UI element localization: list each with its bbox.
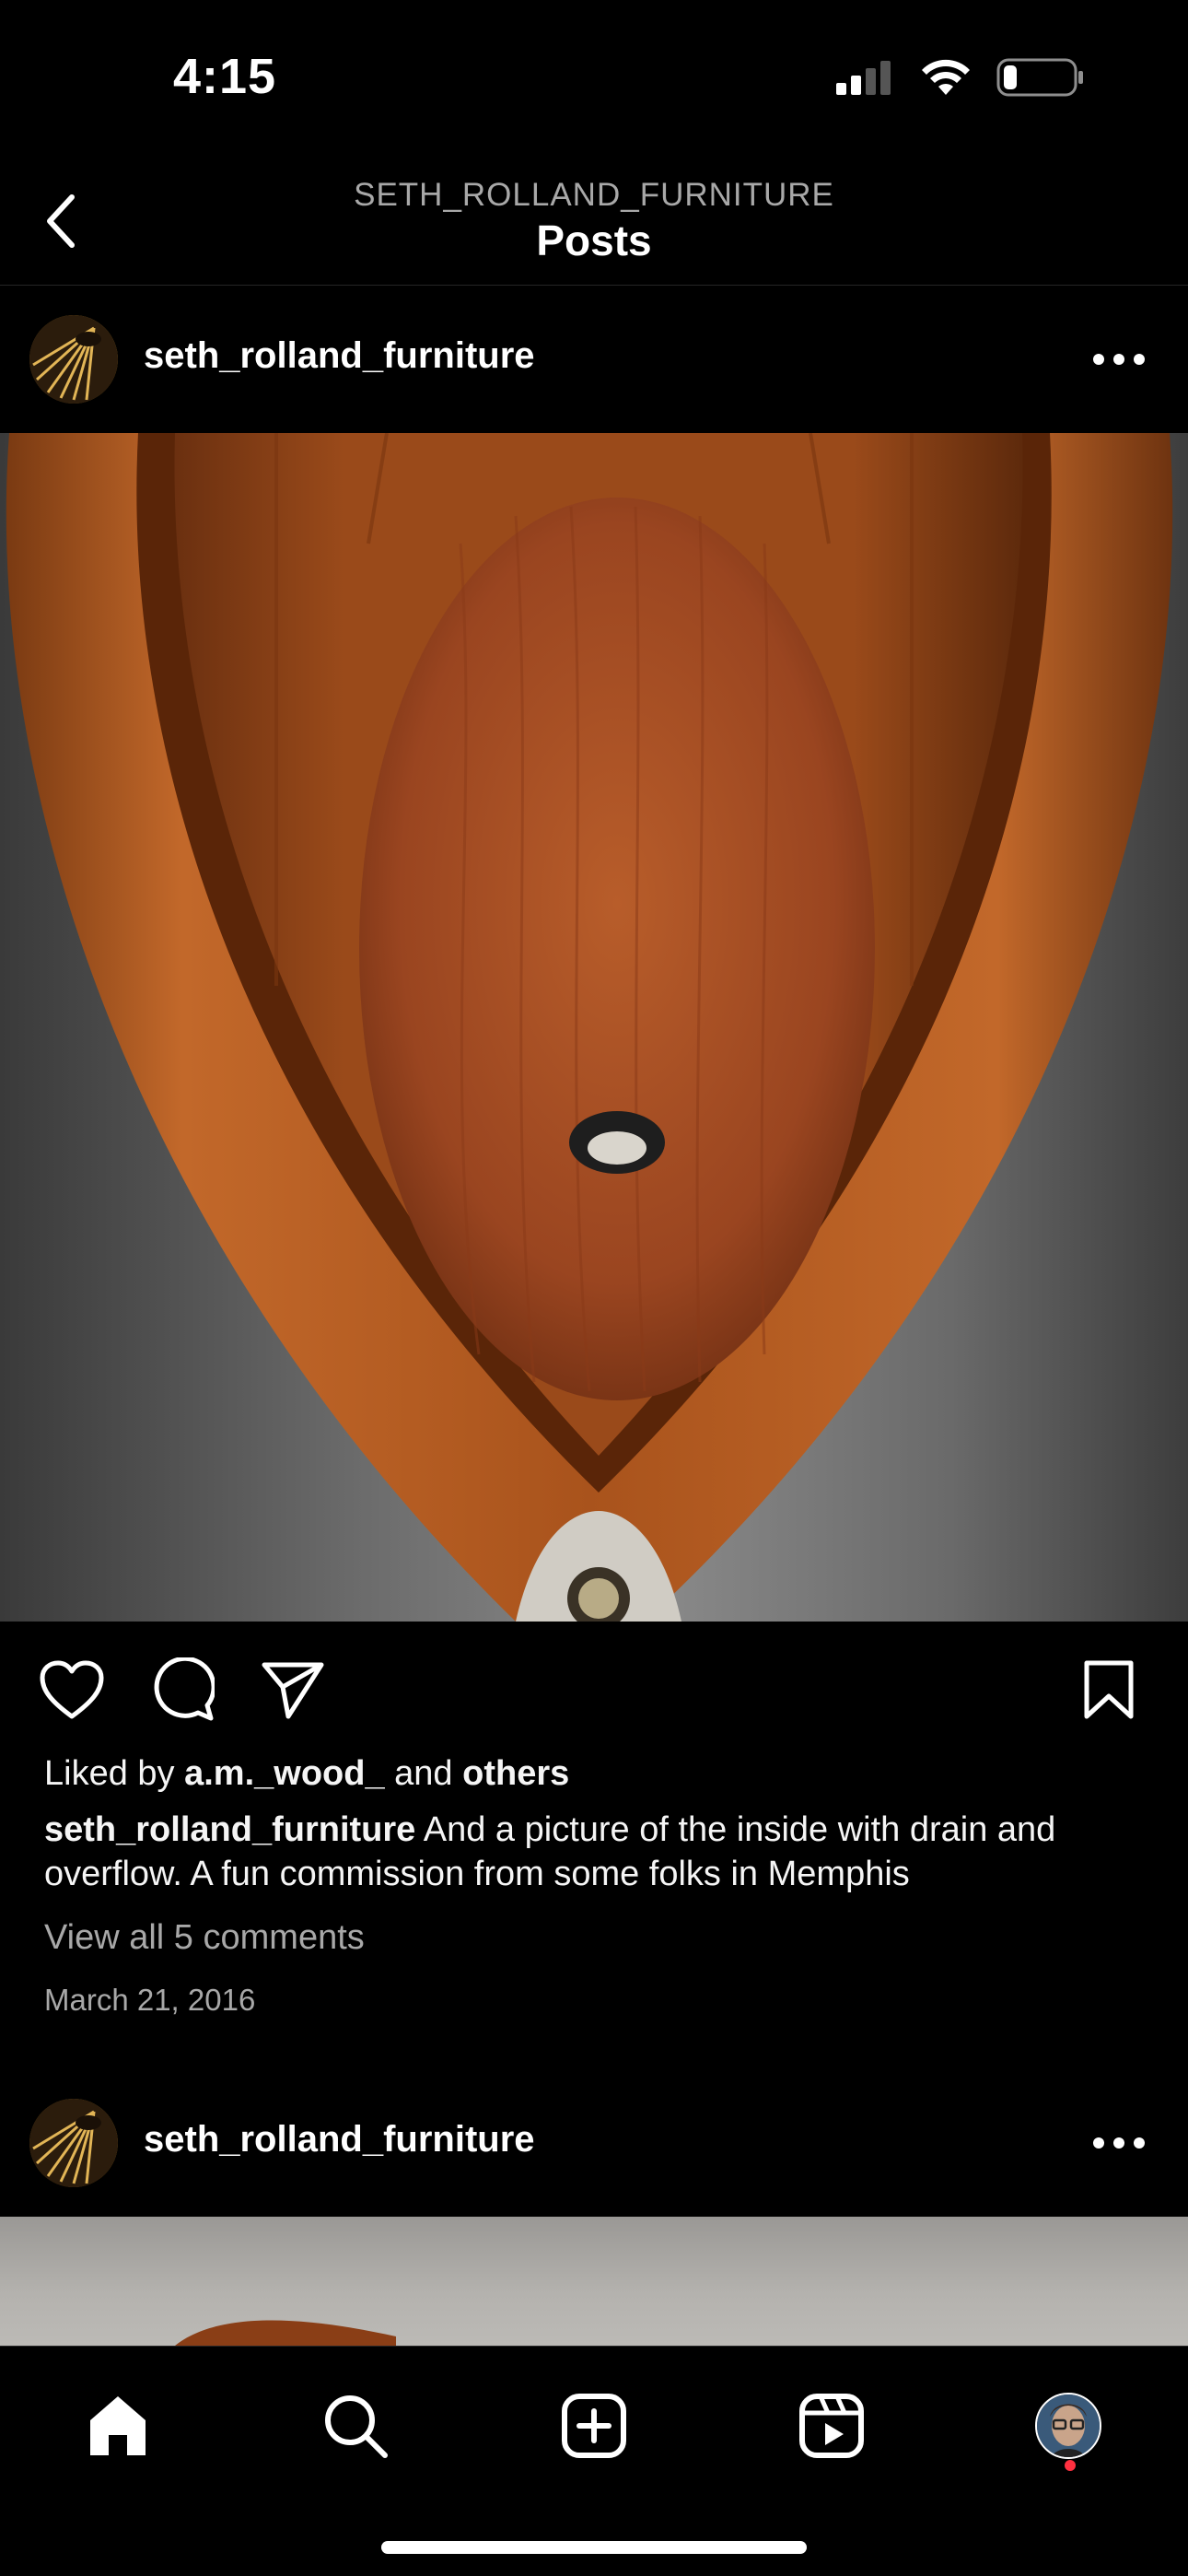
save-button[interactable] xyxy=(1072,1653,1146,1727)
caption-username[interactable]: seth_rolland_furniture xyxy=(44,1810,415,1849)
comment-button[interactable] xyxy=(146,1653,219,1727)
heart-icon xyxy=(40,1660,104,1719)
view-all-comments-link[interactable]: View all 5 comments xyxy=(44,1918,365,1958)
page-title: Posts xyxy=(536,217,652,264)
tab-create[interactable] xyxy=(548,2380,640,2472)
bookmark-icon xyxy=(1084,1660,1134,1719)
status-icons xyxy=(834,57,1085,98)
nav-header: SETH_ROLLAND_FURNITURE Posts xyxy=(0,157,1188,286)
post-username[interactable]: seth_rolland_furniture xyxy=(144,335,535,377)
wifi-icon xyxy=(922,59,970,95)
liked-by-user-link[interactable]: a.m._wood_ xyxy=(184,1754,385,1793)
home-indicator[interactable] xyxy=(381,2541,807,2554)
tab-home[interactable] xyxy=(72,2380,164,2472)
post-caption: seth_rolland_furniture And a picture of … xyxy=(44,1808,1159,1896)
post-image[interactable] xyxy=(0,433,1188,1622)
notification-dot xyxy=(1065,2460,1076,2471)
post-header: seth_rolland_furniture xyxy=(0,286,1188,433)
wooden-bathtub-image xyxy=(6,433,1173,1622)
share-button[interactable] xyxy=(256,1653,330,1727)
post-actions xyxy=(0,1640,1188,1741)
liked-by-prefix: Liked by xyxy=(44,1754,185,1793)
send-paper-plane-icon xyxy=(262,1662,324,1719)
more-horizontal-icon xyxy=(1093,2137,1145,2149)
comment-bubble-icon xyxy=(154,1657,215,1721)
next-post-header: seth_rolland_furniture xyxy=(0,2069,1188,2217)
avatar[interactable] xyxy=(29,315,118,404)
profile-avatar xyxy=(1035,2393,1101,2459)
status-time: 4:15 xyxy=(173,49,277,104)
avatar-image xyxy=(29,315,118,404)
cellular-signal-icon xyxy=(836,61,891,95)
next-post-image-preview xyxy=(175,2320,396,2346)
liked-by-text: Liked by a.m._wood_ and others xyxy=(44,1754,569,1794)
tab-reels[interactable] xyxy=(786,2380,878,2472)
status-bar: 4:15 xyxy=(0,0,1188,157)
liked-by-and: and xyxy=(384,1754,463,1793)
profile-avatar-image xyxy=(1037,2395,1100,2457)
reels-icon xyxy=(799,2394,864,2458)
search-icon xyxy=(325,2395,388,2458)
more-options-button[interactable] xyxy=(1087,339,1151,380)
tab-profile[interactable] xyxy=(1022,2380,1114,2472)
like-button[interactable] xyxy=(35,1653,109,1727)
post-username[interactable]: seth_rolland_furniture xyxy=(144,2119,535,2160)
create-plus-square-icon xyxy=(562,2394,626,2458)
post-date: March 21, 2016 xyxy=(44,1983,256,2017)
home-icon xyxy=(90,2396,146,2455)
liked-by-others-link[interactable]: others xyxy=(462,1754,569,1793)
more-horizontal-icon xyxy=(1093,354,1145,365)
header-account-name: SETH_ROLLAND_FURNITURE xyxy=(354,177,834,213)
battery-icon xyxy=(996,58,1083,97)
tab-search[interactable] xyxy=(309,2380,402,2472)
avatar-image xyxy=(29,2099,118,2187)
avatar[interactable] xyxy=(29,2099,118,2187)
more-options-button[interactable] xyxy=(1087,2123,1151,2163)
next-post-image[interactable] xyxy=(0,2217,1188,2346)
